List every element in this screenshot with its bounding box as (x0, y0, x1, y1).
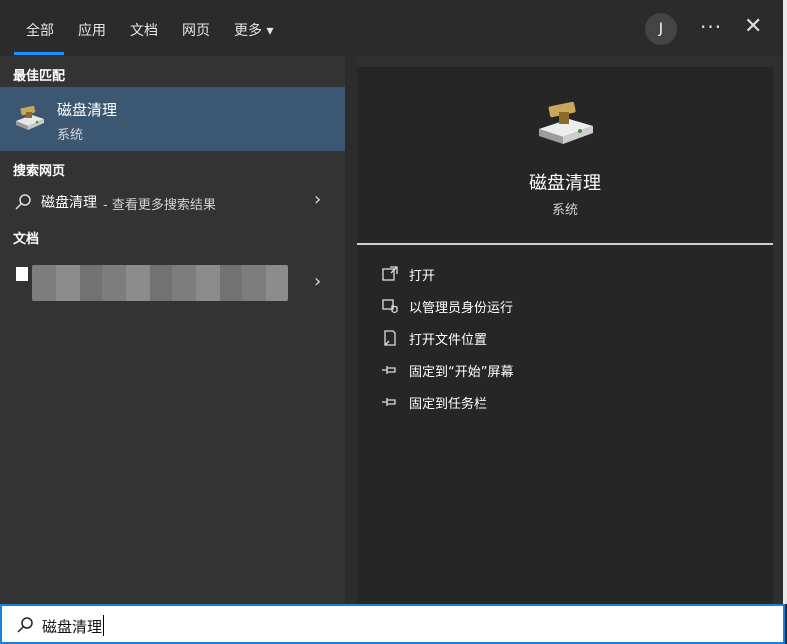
chevron-right-icon[interactable]: › (314, 189, 321, 210)
tab-all[interactable]: 全部 (26, 20, 54, 40)
search-panel: 全部 应用 文档 网页 更多 ▾ J ··· ✕ 最佳匹配 磁盘清理 系统 搜索… (0, 0, 787, 604)
web-search-result[interactable]: 磁盘清理 - 查看更多搜索结果 › (0, 189, 345, 215)
active-tab-indicator (14, 52, 64, 55)
background-window-edge (783, 0, 787, 604)
section-search-web: 搜索网页 (13, 164, 66, 179)
tab-documents[interactable]: 文档 (130, 20, 158, 40)
document-icon (16, 267, 28, 281)
search-icon (15, 194, 31, 210)
close-button[interactable]: ✕ (744, 14, 762, 39)
search-input[interactable]: 磁盘清理 (42, 616, 102, 637)
search-box[interactable]: 磁盘清理 (0, 604, 785, 644)
pin-icon (382, 398, 396, 406)
disk-cleanup-icon (16, 105, 44, 130)
document-result[interactable]: › (0, 259, 345, 307)
pin-icon (382, 366, 396, 374)
action-open-file-location-label: 打开文件位置 (409, 333, 488, 348)
section-documents: 文档 (13, 232, 40, 247)
action-open-label: 打开 (409, 269, 436, 284)
tab-more[interactable]: 更多 ▾ (234, 20, 273, 40)
results-list: 最佳匹配 磁盘清理 系统 搜索网页 磁盘清理 - 查看更多搜索结果 › 文档 › (0, 56, 345, 604)
tab-web[interactable]: 网页 (182, 20, 210, 40)
detail-divider (357, 243, 773, 245)
text-caret (103, 615, 104, 636)
redacted-document-name (32, 265, 288, 301)
action-pin-to-start-label: 固定到“开始”屏幕 (409, 365, 514, 380)
search-icon (17, 617, 33, 633)
best-match-title: 磁盘清理 (57, 101, 118, 119)
section-best-match: 最佳匹配 (13, 69, 66, 84)
disk-cleanup-icon (539, 101, 593, 144)
column-gutter (345, 56, 357, 604)
web-result-suffix: - 查看更多搜索结果 (103, 198, 216, 213)
best-match-item[interactable]: 磁盘清理 系统 (0, 87, 345, 151)
top-bar: 全部 应用 文档 网页 更多 ▾ J ··· ✕ (0, 0, 783, 56)
web-result-label: 磁盘清理 (41, 195, 97, 211)
file-location-icon (384, 330, 396, 346)
user-avatar[interactable]: J (645, 13, 677, 45)
tab-apps[interactable]: 应用 (78, 20, 106, 40)
chevron-right-icon[interactable]: › (314, 271, 321, 292)
action-pin-to-taskbar-label: 固定到任务栏 (409, 397, 488, 412)
detail-title: 磁盘清理 (529, 173, 601, 194)
detail-pane: 磁盘清理 系统 打开 以管理员身份运行 打开文件位置 固定到“开始”屏幕 固定到… (357, 67, 773, 604)
more-options-button[interactable]: ··· (700, 15, 722, 39)
best-match-subtitle: 系统 (57, 128, 84, 143)
detail-subtitle: 系统 (551, 203, 578, 218)
open-icon (382, 266, 398, 281)
shield-icon (382, 299, 398, 314)
action-run-as-admin-label: 以管理员身份运行 (409, 301, 514, 316)
